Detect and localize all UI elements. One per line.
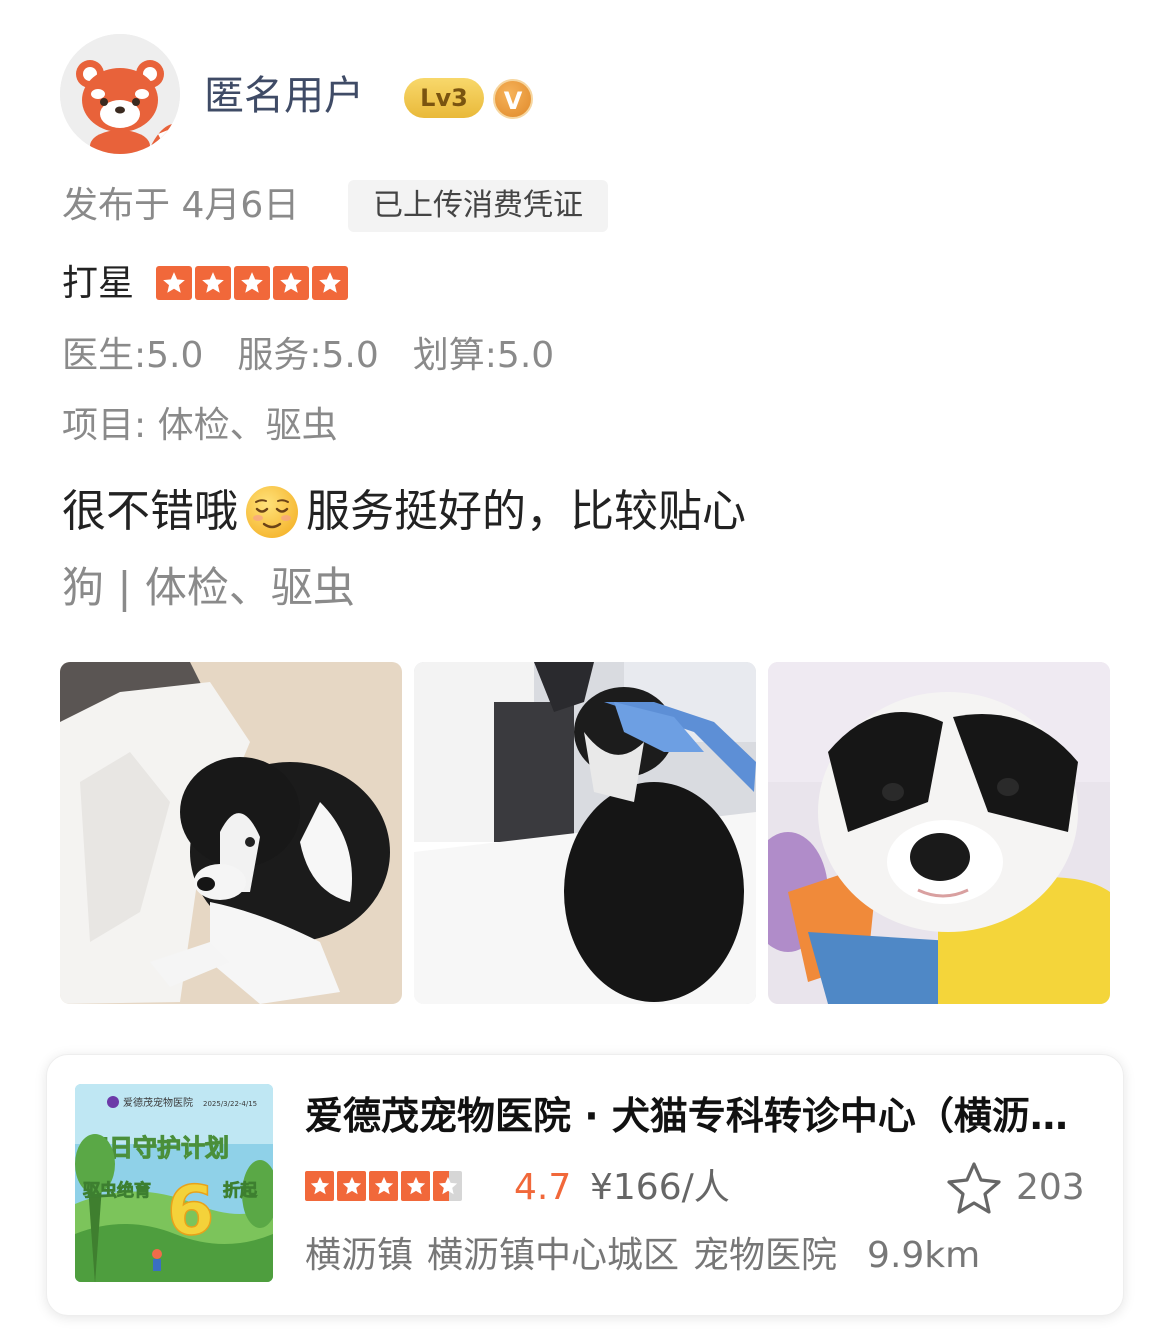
review-text: 很不错哦 服务挺好的，比较贴心 xyxy=(62,484,746,540)
star-icon xyxy=(305,1171,334,1201)
star-icon xyxy=(234,266,270,300)
shop-rating: 4.7 xyxy=(514,1167,572,1208)
score-value: 划算:5.0 xyxy=(412,335,555,376)
star-icon xyxy=(433,1171,462,1201)
shop-thumbnail[interactable]: 爱德茂宠物医院 2025/3/22-4/15 春日守护计划 驱虫绝育 6 折起 xyxy=(75,1084,273,1282)
review-text-before: 很不错哦 xyxy=(62,486,238,537)
red-panda-avatar-icon xyxy=(60,34,180,154)
star-icon xyxy=(312,266,348,300)
thumb-date: 2025/3/22-4/15 xyxy=(203,1100,257,1108)
score-doctor: 医生:5.0 xyxy=(62,335,204,376)
shop-category: 宠物医院 xyxy=(693,1235,838,1276)
favorite-count: 203 xyxy=(1016,1167,1085,1208)
shop-stars xyxy=(305,1171,462,1201)
star-icon xyxy=(273,266,309,300)
score-service: 服务:5.0 xyxy=(237,335,379,376)
star-icon xyxy=(337,1171,366,1201)
thumb-brand: 爱德茂宠物医院 xyxy=(123,1096,193,1109)
username[interactable]: 匿名用户 xyxy=(204,70,364,122)
verified-badge: V xyxy=(493,79,533,119)
voucher-tag: 已上传消费凭证 xyxy=(348,180,608,232)
service-items: 项目: 体检、驱虫 xyxy=(62,405,338,446)
publish-date: 发布于 4月6日 xyxy=(62,185,300,226)
photo-puppy-closeup[interactable] xyxy=(768,662,1110,1004)
thumb-promo-right: 折起 xyxy=(223,1180,258,1201)
shop-district: 横沥镇中心城区 xyxy=(427,1235,680,1276)
thumb-promo-left: 驱虫绝育 xyxy=(83,1180,151,1201)
shop-name[interactable]: 爱德茂宠物医院 · 犬猫专科转诊中心（横沥店） xyxy=(305,1092,1085,1140)
avatar[interactable] xyxy=(60,34,180,154)
shop-area: 横沥镇 xyxy=(305,1235,414,1276)
review-text-after: 服务挺好的，比较贴心 xyxy=(306,486,746,537)
star-outline-icon[interactable] xyxy=(945,1160,1003,1216)
star-icon xyxy=(369,1171,398,1201)
star-icon xyxy=(401,1171,430,1201)
review-tags: 狗 | 体检、驱虫 xyxy=(62,563,355,612)
level-badge: Lv3 xyxy=(404,78,484,118)
shop-distance: 9.9km xyxy=(867,1235,981,1276)
relieved-face-emoji-icon xyxy=(246,486,298,538)
star-icon xyxy=(156,266,192,300)
rating-label: 打星 xyxy=(62,263,135,304)
thumb-promo-num: 6 xyxy=(167,1172,214,1251)
star-icon xyxy=(195,266,231,300)
photo-puppy-exam[interactable] xyxy=(414,662,756,1004)
photo-puppy-lying[interactable] xyxy=(60,662,402,1004)
rating-stars xyxy=(156,266,348,300)
shop-price: ¥166/人 xyxy=(590,1167,730,1208)
shop-location: 横沥镇 横沥镇中心城区 宠物医院 9.9km xyxy=(305,1234,980,1278)
sub-scores: 医生:5.0 服务:5.0 划算:5.0 xyxy=(62,334,554,378)
